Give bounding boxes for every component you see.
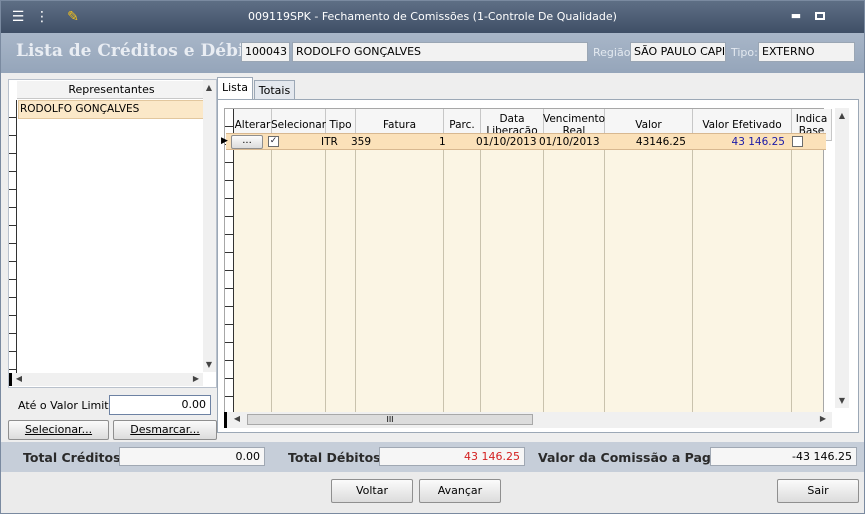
grid-column: [544, 141, 605, 417]
totals-bar: Total Créditos: 0.00 Total Débitos: 43 1…: [1, 442, 864, 472]
grid-row-ruler: [225, 109, 234, 417]
header-bar: Lista de Créditos e Débito : 100043 RODO…: [1, 33, 864, 73]
limit-input[interactable]: 0.00: [109, 395, 211, 415]
tab-lista[interactable]: Lista: [217, 77, 253, 101]
grid-column: [444, 141, 481, 417]
grid-column: [272, 141, 326, 417]
scroll-right-icon[interactable]: ▶: [817, 414, 829, 423]
title-bar: ☰ ⋮ ✎ 009119SPK - Fechamento de Comissõe…: [1, 1, 864, 33]
select-button-label: Selecionar...: [24, 423, 93, 436]
scroll-up-icon[interactable]: ▲: [836, 111, 848, 120]
total-debitos-field: 43 146.25: [379, 447, 525, 466]
grid-column: [234, 141, 272, 417]
grid-column: [326, 141, 356, 417]
unselect-button[interactable]: Desmarcar...: [113, 420, 217, 440]
representatives-column-header[interactable]: Representantes: [17, 81, 206, 99]
table-row[interactable]: ▶ ... ✓ ITR 359 1 01/10/2013 01/10/2013 …: [221, 133, 826, 150]
unselect-button-label: Desmarcar...: [130, 423, 200, 436]
type-field: EXTERNO: [758, 42, 855, 62]
cell-tipo: ITR: [321, 136, 338, 148]
cell-valor-efetivado: 43 146.25: [731, 136, 785, 148]
region-field: SÃO PAULO CAPIT.: [630, 42, 726, 62]
indica-base-checkbox[interactable]: [792, 136, 803, 147]
voltar-button[interactable]: Voltar: [331, 479, 413, 503]
list-item[interactable]: RODOLFO GONÇALVES: [18, 100, 206, 119]
window-title: 009119SPK - Fechamento de Comissões (1-C…: [248, 10, 617, 23]
row-ruler: [9, 100, 17, 380]
cell-data-liberacao: 01/10/2013: [476, 136, 537, 148]
scroll-left-icon[interactable]: ◀: [13, 374, 25, 383]
voltar-button-label: Voltar: [355, 484, 389, 497]
grid-column: [356, 141, 444, 417]
grid-vertical-scrollbar[interactable]: ▲ ▼: [835, 108, 849, 408]
scroll-right-icon[interactable]: ▶: [190, 374, 202, 383]
edit-row-button[interactable]: ...: [231, 135, 263, 149]
scroll-up-icon[interactable]: ▲: [203, 83, 215, 92]
select-button[interactable]: Selecionar...: [8, 420, 109, 440]
grid-column: [481, 141, 544, 417]
sair-button[interactable]: Sair: [777, 479, 859, 503]
representatives-list: Representantes RODOLFO GONÇALVES ▲ ▼ ◀ ▶: [8, 79, 217, 388]
row-pointer-icon: ▶: [221, 136, 228, 146]
limit-label: Até o Valor Limite :: [18, 399, 123, 412]
grid-horizontal-scrollbar[interactable]: ◀ III ▶: [224, 412, 832, 428]
app-window: ☰ ⋮ ✎ 009119SPK - Fechamento de Comissõe…: [0, 0, 865, 514]
scroll-left-icon[interactable]: ◀: [231, 414, 243, 423]
left-vertical-scrollbar[interactable]: ▲ ▼: [203, 80, 216, 372]
data-grid: Alterar Selecionar Tipo Fatura Parc. Dat…: [224, 108, 832, 418]
total-creditos-label: Total Créditos:: [23, 450, 126, 465]
grid-column: [693, 141, 792, 417]
scroll-down-icon[interactable]: ▼: [836, 396, 848, 405]
total-creditos-field: 0.00: [119, 447, 265, 466]
left-horizontal-scrollbar[interactable]: ◀ ▶: [9, 373, 203, 386]
maximize-icon: [815, 12, 825, 20]
comissao-label: Valor da Comissão a Pagar:: [538, 450, 731, 465]
comissao-field: -43 146.25: [710, 447, 857, 466]
select-row-checkbox[interactable]: ✓: [268, 136, 279, 147]
scroll-thumb[interactable]: III: [247, 414, 533, 425]
cell-valor: 43146.25: [635, 136, 686, 148]
representative-code-field: 100043: [241, 42, 290, 62]
avancar-button-label: Avançar: [437, 484, 483, 497]
scroll-down-icon[interactable]: ▼: [203, 360, 215, 369]
type-label: Tipo:: [731, 46, 758, 59]
total-debitos-label: Total Débitos:: [288, 450, 386, 465]
representative-name-field: RODOLFO GONÇALVES: [292, 42, 588, 62]
page-title: Lista de Créditos e Débito :: [16, 41, 276, 61]
minimize-button[interactable]: ▬: [785, 8, 807, 26]
region-label: Região:: [593, 46, 635, 59]
grid-panel: Alterar Selecionar Tipo Fatura Parc. Dat…: [217, 99, 859, 433]
grid-column: [605, 141, 693, 417]
avancar-button[interactable]: Avançar: [419, 479, 501, 503]
cell-vencimento-real: 01/10/2013: [539, 136, 600, 148]
cell-fatura: 359: [351, 136, 372, 148]
cell-parc: 1: [439, 136, 446, 148]
sair-button-label: Sair: [807, 484, 829, 497]
maximize-button[interactable]: [809, 8, 831, 26]
action-bar: Voltar Avançar Sair: [1, 472, 864, 513]
